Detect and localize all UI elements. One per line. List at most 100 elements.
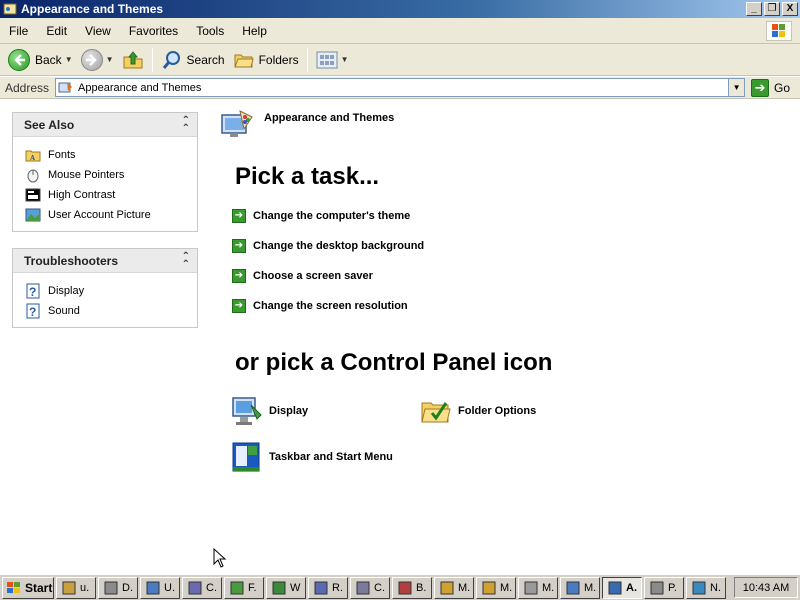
menu-help[interactable]: Help — [233, 24, 276, 38]
cp-icon-taskbar-start-menu[interactable]: Taskbar and Start Menu — [231, 441, 393, 473]
svg-text:A: A — [30, 154, 35, 162]
troubleshooter-item-display[interactable]: ? Display — [25, 281, 197, 301]
taskbar-button-label: M. — [500, 581, 513, 594]
search-button[interactable]: Search — [157, 46, 229, 74]
category-header: Appearance and Themes — [220, 107, 394, 141]
address-dropdown-icon[interactable]: ▼ — [728, 79, 745, 96]
menu-view[interactable]: View — [76, 24, 120, 38]
taskbar-window-button[interactable]: W — [266, 576, 306, 599]
troubleshooter-item-sound[interactable]: ? Sound — [25, 301, 197, 321]
menu-edit[interactable]: Edit — [37, 24, 76, 38]
taskbar-window-button[interactable]: M. — [518, 576, 558, 599]
window-app-icon — [397, 580, 413, 596]
minimize-button[interactable]: _ — [746, 2, 762, 16]
collapse-chevron-icon[interactable]: ⌃ ⌃ — [182, 252, 190, 270]
appearance-themes-small-icon — [58, 81, 73, 92]
views-button[interactable]: ▼ — [312, 46, 353, 74]
address-input[interactable]: Appearance and Themes ▼ — [55, 78, 746, 97]
task-link-screen-resolution[interactable]: ➔ Change the screen resolution — [232, 299, 408, 313]
task-link-screen-saver[interactable]: ➔ Choose a screen saver — [232, 269, 373, 283]
taskbar-button-label: M. — [458, 581, 471, 594]
taskbar-window-button[interactable]: F. — [224, 576, 264, 599]
troubleshooter-label: Display — [48, 285, 85, 297]
taskbar-window-button[interactable]: A. — [602, 576, 642, 599]
taskbar-window-button[interactable]: C. — [350, 576, 390, 599]
window-app-icon — [691, 580, 707, 596]
up-folder-button[interactable] — [118, 46, 148, 74]
taskbar-button-label: D. — [122, 581, 133, 594]
taskbar-button-label: N. — [710, 581, 721, 594]
collapse-chevron-icon[interactable]: ⌃ ⌃ — [182, 116, 190, 134]
folder-options-icon — [421, 402, 451, 423]
see-also-title: See Also — [24, 117, 75, 132]
search-label: Search — [186, 52, 225, 67]
go-arrow-icon: ➔ — [751, 78, 770, 97]
taskbar: Start u. D. U. C. F. W R. C. B. M. M. M. M. A. P. N. 10… — [0, 574, 800, 600]
troubleshooters-header[interactable]: Troubleshooters ⌃ ⌃ — [13, 249, 197, 273]
windows-flag-icon — [7, 581, 20, 593]
folders-button[interactable]: Folders — [229, 46, 303, 74]
window-app-icon — [565, 580, 581, 596]
restore-button[interactable]: ❐ — [764, 2, 780, 16]
task-link-change-theme[interactable]: ➔ Change the computer's theme — [232, 209, 410, 223]
mouse-cursor-icon — [213, 548, 227, 568]
start-button[interactable]: Start — [2, 576, 54, 599]
window-app-icon — [187, 580, 203, 596]
task-link-change-background[interactable]: ➔ Change the desktop background — [232, 239, 424, 253]
close-button[interactable]: X — [782, 2, 798, 16]
menu-tools[interactable]: Tools — [187, 24, 233, 38]
user-picture-icon — [25, 207, 41, 223]
see-also-item-fonts[interactable]: A Fonts — [25, 145, 197, 165]
see-also-item-user-account-picture[interactable]: User Account Picture — [25, 205, 197, 225]
cp-icon-label: Taskbar and Start Menu — [269, 451, 393, 463]
cp-icon-label: Display — [269, 405, 309, 417]
see-also-header[interactable]: See Also ⌃ ⌃ — [13, 113, 197, 137]
high-contrast-icon — [25, 187, 41, 203]
system-clock: 10:43 AM — [734, 577, 798, 598]
forward-arrow-icon — [80, 48, 103, 71]
taskbar-window-button[interactable]: M. — [434, 576, 474, 599]
taskbar-window-button[interactable]: M. — [476, 576, 516, 599]
see-also-item-mouse-pointers[interactable]: Mouse Pointers — [25, 165, 197, 185]
title-bar: Appearance and Themes _ ❐ X — [0, 0, 800, 18]
taskbar-window-button[interactable]: R. — [308, 576, 348, 599]
taskbar-window-button[interactable]: C. — [182, 576, 222, 599]
taskbar-window-button[interactable]: D. — [98, 576, 138, 599]
search-icon — [162, 50, 180, 69]
menu-favorites[interactable]: Favorites — [120, 24, 187, 38]
taskbar-button-label: B. — [416, 581, 427, 594]
views-icon — [316, 51, 338, 68]
taskbar-window-button[interactable]: M. — [560, 576, 600, 599]
task-arrow-icon: ➔ — [232, 299, 246, 313]
task-arrow-icon: ➔ — [232, 239, 246, 253]
cp-icon-folder-options[interactable]: Folder Options — [420, 395, 536, 427]
taskbar-window-button[interactable]: P. — [644, 576, 684, 599]
forward-dropdown-icon[interactable]: ▼ — [106, 55, 114, 64]
forward-button[interactable]: ▼ — [77, 46, 118, 74]
troubleshooters-title: Troubleshooters — [24, 253, 119, 268]
taskbar-window-button[interactable]: u. — [56, 576, 96, 599]
back-dropdown-icon[interactable]: ▼ — [65, 55, 73, 64]
go-button[interactable]: ➔ Go — [751, 78, 790, 97]
window-app-icon — [61, 580, 77, 596]
see-also-item-high-contrast[interactable]: High Contrast — [25, 185, 197, 205]
views-dropdown-icon[interactable]: ▼ — [341, 55, 349, 64]
troubleshooter-label: Sound — [48, 305, 80, 317]
task-label: Choose a screen saver — [253, 270, 373, 282]
window-app-icon — [439, 580, 455, 596]
menu-file[interactable]: File — [0, 24, 37, 38]
cp-icon-display[interactable]: Display — [231, 395, 308, 427]
back-label: Back — [35, 52, 62, 67]
taskbar-icon — [232, 442, 260, 472]
taskbar-window-button[interactable]: B. — [392, 576, 432, 599]
taskbar-window-button[interactable]: U. — [140, 576, 180, 599]
menu-bar: File Edit View Favorites Tools Help — [0, 18, 800, 44]
svg-text:?: ? — [29, 305, 36, 319]
window-app-icon — [355, 580, 371, 596]
taskbar-button-label: W — [290, 581, 301, 594]
mouse-icon — [25, 167, 41, 183]
window-app-icon — [229, 580, 245, 596]
taskbar-window-button[interactable]: N. — [686, 576, 726, 599]
back-button[interactable]: Back ▼ — [4, 46, 77, 74]
see-also-panel: See Also ⌃⌃ A Fonts Mouse Pointers High — [12, 112, 198, 232]
